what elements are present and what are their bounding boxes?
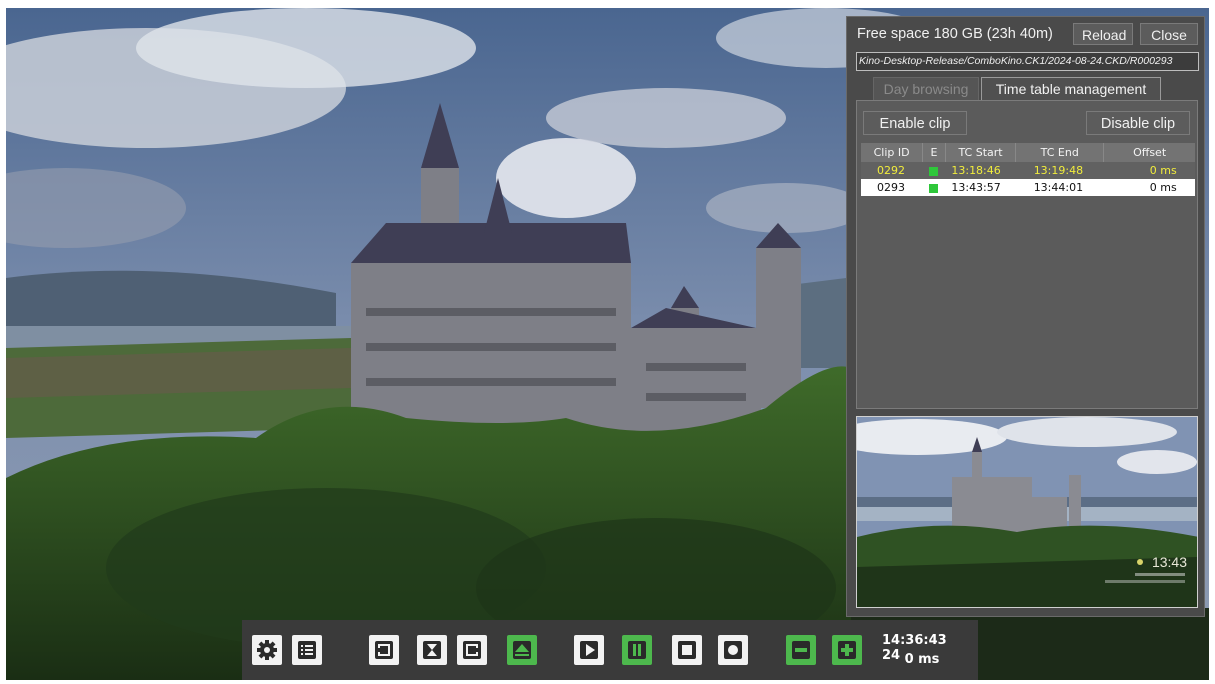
tc-start-cell: 13:43:57 — [945, 179, 1016, 196]
hourglass-button[interactable] — [417, 635, 447, 665]
tc-end-cell: 13:44:01 — [1015, 179, 1104, 196]
disable-clip-button[interactable]: Disable clip — [1086, 111, 1190, 135]
record-button[interactable] — [718, 635, 748, 665]
col-offset[interactable]: Offset — [1103, 143, 1195, 162]
tc-start-cell: 13:18:46 — [945, 162, 1016, 179]
hourglass-icon — [423, 641, 441, 659]
offset-cell: 0 ms — [1103, 162, 1195, 179]
tc-end-cell: 13:19:48 — [1015, 162, 1104, 179]
preview-caption-line — [1135, 573, 1185, 576]
offset-display: 0 ms — [904, 652, 940, 667]
offset-cell: 0 ms — [1103, 179, 1195, 196]
pause-button[interactable] — [622, 635, 652, 665]
time-table-panel: Free space 180 GB (23h 40m) Reload Close… — [846, 16, 1205, 617]
pause-icon — [628, 641, 646, 659]
preview-caption-line — [1105, 580, 1185, 583]
bracket-out-icon — [463, 641, 481, 659]
clip-id-cell: 0292 — [861, 162, 923, 179]
stop-icon — [678, 641, 696, 659]
play-icon — [580, 641, 598, 659]
col-tc-end[interactable]: TC End — [1015, 143, 1105, 162]
settings-button[interactable] — [252, 635, 282, 665]
path-field[interactable]: Kino-Desktop-Release/ComboKino.CK1/2024-… — [856, 52, 1199, 71]
enabled-cell — [922, 162, 946, 179]
clip-preview[interactable]: 13:43 — [856, 416, 1198, 608]
play-button[interactable] — [574, 635, 604, 665]
gear-icon — [257, 640, 277, 660]
plus-button[interactable] — [832, 635, 862, 665]
mark-out-button[interactable] — [457, 635, 487, 665]
reload-button[interactable]: Reload — [1073, 23, 1133, 45]
table-row[interactable]: 0292 13:18:46 13:19:48 0 ms — [861, 162, 1195, 179]
eject-icon — [513, 641, 531, 659]
list-icon — [298, 641, 316, 659]
free-space-label: Free space 180 GB (23h 40m) — [857, 26, 1053, 42]
eject-button[interactable] — [507, 635, 537, 665]
col-clip-id[interactable]: Clip ID — [861, 143, 924, 162]
enabled-cell — [922, 179, 946, 196]
tab-time-table-management[interactable]: Time table management — [981, 77, 1161, 100]
table-row[interactable]: 0293 13:43:57 13:44:01 0 ms — [861, 179, 1195, 196]
bracket-in-icon — [375, 641, 393, 659]
col-tc-start[interactable]: TC Start — [945, 143, 1017, 162]
clip-id-cell: 0293 — [861, 179, 923, 196]
enabled-indicator-icon — [928, 183, 938, 193]
mark-in-button[interactable] — [369, 635, 399, 665]
stop-button[interactable] — [672, 635, 702, 665]
transport-toolbar: 14:36:43 24 0 ms — [242, 620, 978, 680]
tab-day-browsing[interactable]: Day browsing — [873, 77, 979, 100]
minus-icon — [792, 641, 810, 659]
time-table-content: Enable clip Disable clip Clip ID E TC St… — [856, 100, 1198, 409]
close-button[interactable]: Close — [1140, 23, 1198, 45]
clips-table: Clip ID E TC Start TC End Offset 0292 13… — [861, 143, 1195, 196]
enabled-indicator-icon — [928, 166, 938, 176]
record-icon — [724, 641, 742, 659]
preview-timecode: 13:43 — [1151, 554, 1187, 570]
preview-status-dot — [1137, 559, 1143, 565]
minus-button[interactable] — [786, 635, 816, 665]
list-button[interactable] — [292, 635, 322, 665]
plus-icon — [838, 641, 856, 659]
enable-clip-button[interactable]: Enable clip — [863, 111, 967, 135]
panel-header: Free space 180 GB (23h 40m) Reload Close — [857, 23, 1198, 47]
table-header-row: Clip ID E TC Start TC End Offset — [861, 143, 1195, 162]
col-enabled[interactable]: E — [922, 143, 946, 162]
